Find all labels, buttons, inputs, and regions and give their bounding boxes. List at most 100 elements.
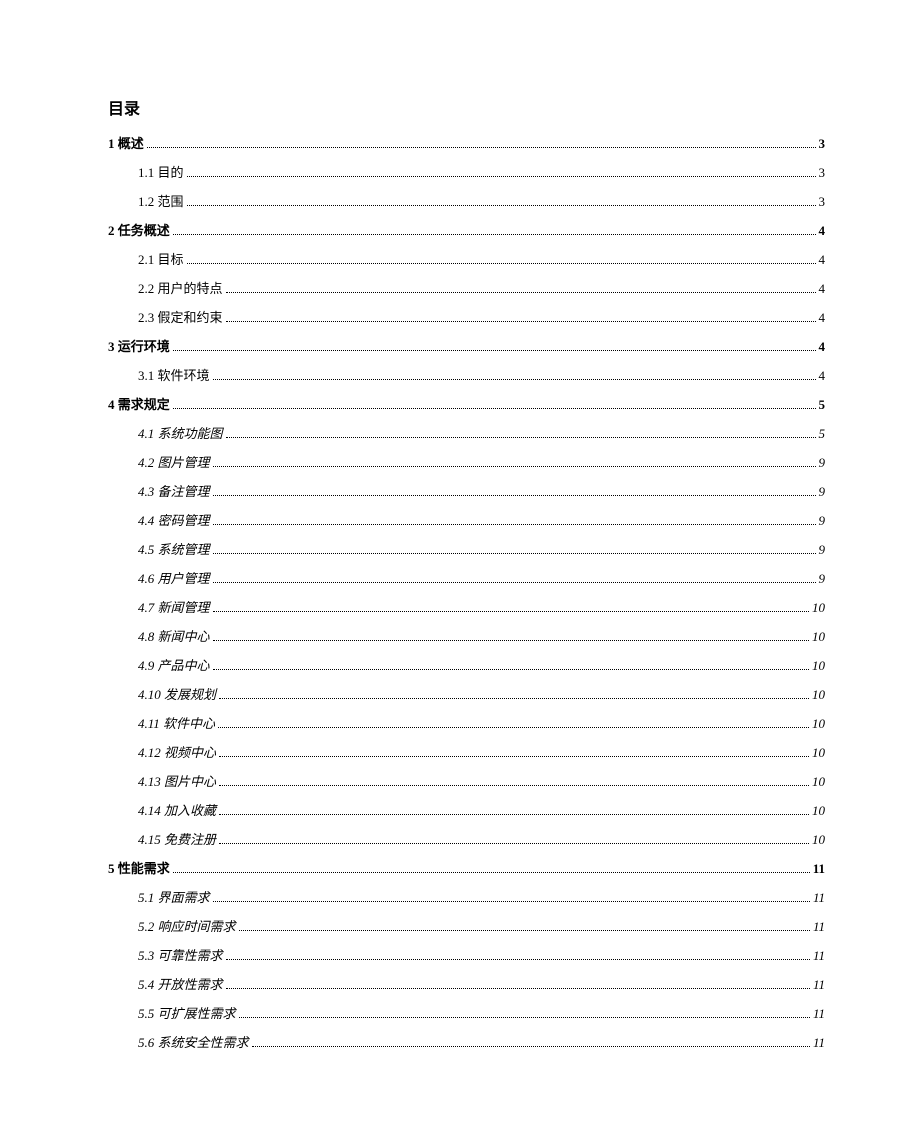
toc-entry: 5 性能需求11 — [108, 858, 825, 877]
toc-leader — [213, 379, 816, 380]
toc-entry-label: 4.11 软件中心 — [138, 713, 215, 732]
toc-entry-page: 9 — [819, 542, 826, 558]
toc-entry-label: 5.6 系统安全性需求 — [138, 1032, 249, 1051]
toc-entry: 4.11 软件中心 10 — [138, 713, 825, 732]
toc-entry-page: 3 — [819, 136, 826, 152]
toc-entry-page: 5 — [819, 397, 826, 413]
toc-entry: 4.4 密码管理 9 — [138, 510, 825, 529]
toc-entry-label: 3.1 软件环境 — [138, 365, 210, 384]
toc-entry: 2.3 假定和约束 4 — [138, 307, 825, 326]
toc-leader — [173, 872, 810, 873]
toc-leader — [219, 814, 809, 815]
toc-entry: 1.2 范围3 — [138, 191, 825, 210]
toc-entry-label: 1.2 范围 — [138, 191, 184, 210]
toc-entry-page: 4 — [819, 281, 826, 297]
toc-leader — [213, 553, 816, 554]
toc-entry-page: 10 — [812, 629, 825, 645]
toc-title: 目录 — [108, 95, 825, 119]
toc-leader — [213, 582, 816, 583]
toc-entry-label: 4.6 用户管理 — [138, 568, 210, 587]
toc-entry-page: 11 — [813, 977, 825, 993]
toc-entry-page: 9 — [819, 571, 826, 587]
toc-entry: 2.1 目标4 — [138, 249, 825, 268]
toc-entry-label: 4 需求规定 — [108, 394, 170, 413]
toc-entry-label: 1 概述 — [108, 133, 144, 152]
toc-entry: 5.1 界面需求11 — [138, 887, 825, 906]
toc-entry-page: 4 — [819, 310, 826, 326]
toc-leader — [173, 408, 816, 409]
toc-container: 1 概述31.1 目的31.2 范围32 任务概述42.1 目标42.2 用户的… — [108, 133, 825, 1051]
toc-leader — [226, 292, 816, 293]
toc-leader — [239, 1017, 810, 1018]
toc-entry-label: 4.15 免费注册 — [138, 829, 216, 848]
toc-entry: 4.12 视频中心 10 — [138, 742, 825, 761]
toc-entry-page: 4 — [819, 223, 826, 239]
toc-entry-page: 11 — [813, 919, 825, 935]
toc-entry-page: 4 — [819, 339, 826, 355]
toc-entry-page: 5 — [819, 426, 826, 442]
toc-entry-label: 4.12 视频中心 — [138, 742, 216, 761]
toc-entry: 3.1 软件环境4 — [138, 365, 825, 384]
toc-entry: 4.8 新闻中心10 — [138, 626, 825, 645]
toc-entry-label: 3 运行环境 — [108, 336, 170, 355]
toc-leader — [187, 176, 816, 177]
toc-entry-label: 1.1 目的 — [138, 162, 184, 181]
toc-entry-label: 2.3 假定和约束 — [138, 307, 223, 326]
toc-entry-label: 5.4 开放性需求 — [138, 974, 223, 993]
toc-entry-label: 4.14 加入收藏 — [138, 800, 216, 819]
toc-entry: 4.5 系统管理 9 — [138, 539, 825, 558]
toc-entry: 1 概述 3 — [108, 133, 825, 152]
toc-entry-label: 4.5 系统管理 — [138, 539, 210, 558]
toc-entry-page: 3 — [819, 165, 826, 181]
toc-leader — [187, 205, 816, 206]
toc-leader — [147, 147, 816, 148]
toc-entry-label: 4.10 发展规划 — [138, 684, 216, 703]
toc-entry-label: 2 任务概述 — [108, 220, 170, 239]
toc-entry-label: 4.1 系统功能图 — [138, 423, 223, 442]
toc-entry-page: 11 — [813, 1035, 825, 1051]
toc-entry-label: 2.1 目标 — [138, 249, 184, 268]
toc-entry: 4.14 加入收藏 10 — [138, 800, 825, 819]
toc-entry: 4.15 免费注册 10 — [138, 829, 825, 848]
toc-leader — [213, 669, 809, 670]
toc-entry-page: 10 — [812, 716, 825, 732]
toc-entry: 2.2 用户的特点 4 — [138, 278, 825, 297]
toc-entry: 5.3 可靠性需求11 — [138, 945, 825, 964]
toc-entry-page: 10 — [812, 774, 825, 790]
toc-entry-page: 10 — [812, 745, 825, 761]
toc-entry-label: 5.2 响应时间需求 — [138, 916, 236, 935]
toc-entry: 4.10 发展规划 10 — [138, 684, 825, 703]
toc-entry: 1.1 目的 3 — [138, 162, 825, 181]
toc-entry: 4 需求规定 5 — [108, 394, 825, 413]
toc-entry: 5.4 开放性需求 11 — [138, 974, 825, 993]
toc-leader — [173, 350, 816, 351]
toc-entry-page: 11 — [813, 1006, 825, 1022]
toc-leader — [213, 495, 816, 496]
document-page: 目录 1 概述31.1 目的31.2 范围32 任务概述42.1 目标42.2 … — [0, 0, 920, 1121]
toc-entry-label: 2.2 用户的特点 — [138, 278, 223, 297]
toc-entry-page: 10 — [812, 803, 825, 819]
toc-leader — [219, 843, 809, 844]
toc-entry-label: 4.9 产品中心 — [138, 655, 210, 674]
toc-entry-label: 4.4 密码管理 — [138, 510, 210, 529]
toc-leader — [213, 466, 816, 467]
toc-entry-page: 10 — [812, 600, 825, 616]
toc-leader — [219, 698, 809, 699]
toc-entry: 5.5 可扩展性需求11 — [138, 1003, 825, 1022]
toc-entry-page: 9 — [819, 513, 826, 529]
toc-entry: 4.3 备注管理9 — [138, 481, 825, 500]
toc-leader — [173, 234, 816, 235]
toc-entry-label: 5 性能需求 — [108, 858, 170, 877]
toc-entry-page: 10 — [812, 832, 825, 848]
toc-entry-page: 10 — [812, 687, 825, 703]
toc-entry: 2 任务概述 4 — [108, 220, 825, 239]
toc-entry-page: 9 — [819, 484, 826, 500]
toc-leader — [218, 727, 809, 728]
toc-entry-page: 10 — [812, 658, 825, 674]
toc-leader — [213, 524, 816, 525]
toc-entry-label: 5.1 界面需求 — [138, 887, 210, 906]
toc-leader — [226, 321, 816, 322]
toc-leader — [226, 437, 816, 438]
toc-entry-label: 4.2 图片管理 — [138, 452, 210, 471]
toc-entry: 3 运行环境 4 — [108, 336, 825, 355]
